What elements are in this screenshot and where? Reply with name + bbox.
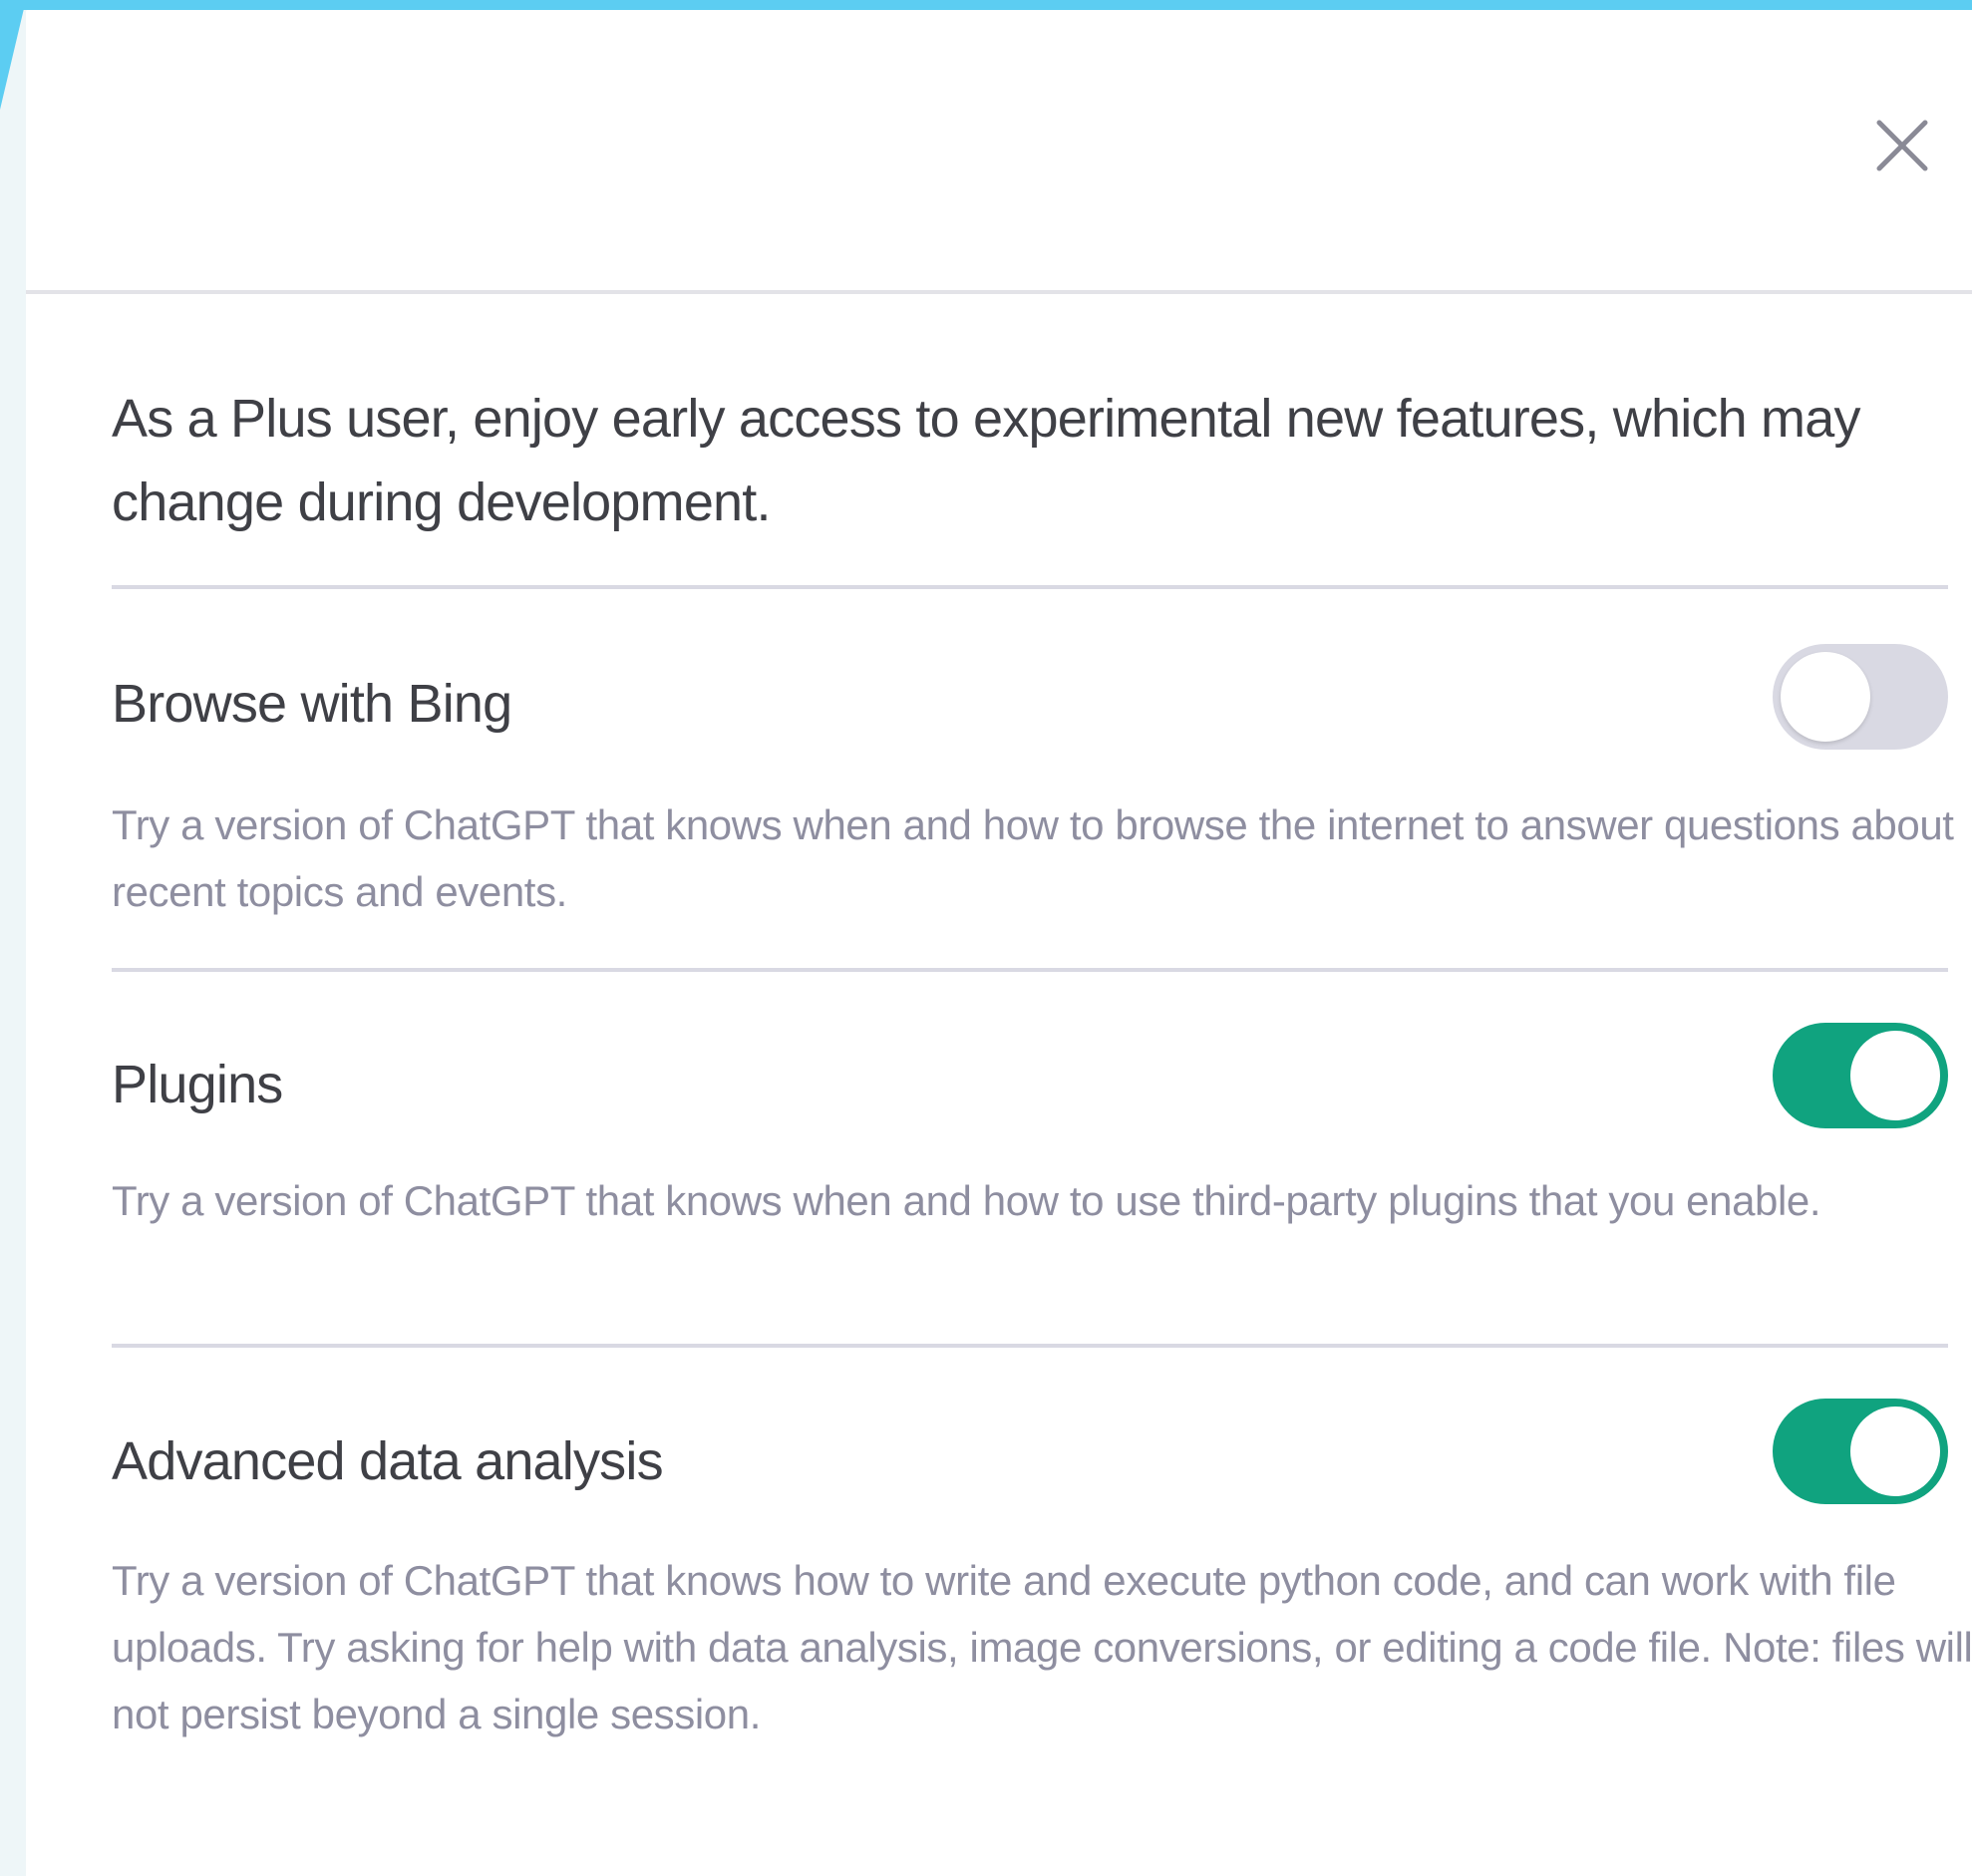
feature-description: Try a version of ChatGPT that knows when… (112, 801, 1954, 915)
close-icon (1876, 120, 1928, 171)
toggle-knob (1850, 1031, 1940, 1120)
backdrop (0, 0, 1972, 10)
feature-title: Advanced data analysis (112, 1431, 664, 1491)
feature-title: Plugins (112, 1055, 283, 1114)
divider (112, 1344, 1948, 1348)
feature-title: Browse with Bing (112, 674, 512, 734)
beta-features-modal: As a Plus user, enjoy early access to ex… (26, 10, 1972, 1876)
close-button[interactable] (1862, 106, 1942, 185)
feature-description: Try a version of ChatGPT that knows when… (112, 1177, 1821, 1224)
toggle-knob (1781, 652, 1870, 742)
divider (112, 968, 1948, 972)
browse-with-bing-toggle[interactable] (1773, 644, 1948, 750)
divider (112, 585, 1948, 589)
modal-header (26, 10, 1972, 294)
advanced-data-analysis-toggle[interactable] (1773, 1399, 1948, 1504)
backdrop-edge (0, 0, 26, 110)
feature-description: Try a version of ChatGPT that knows how … (112, 1557, 1972, 1737)
intro-text: As a Plus user, enjoy early access to ex… (112, 389, 1860, 532)
plugins-toggle[interactable] (1773, 1023, 1948, 1128)
toggle-knob (1850, 1407, 1940, 1496)
